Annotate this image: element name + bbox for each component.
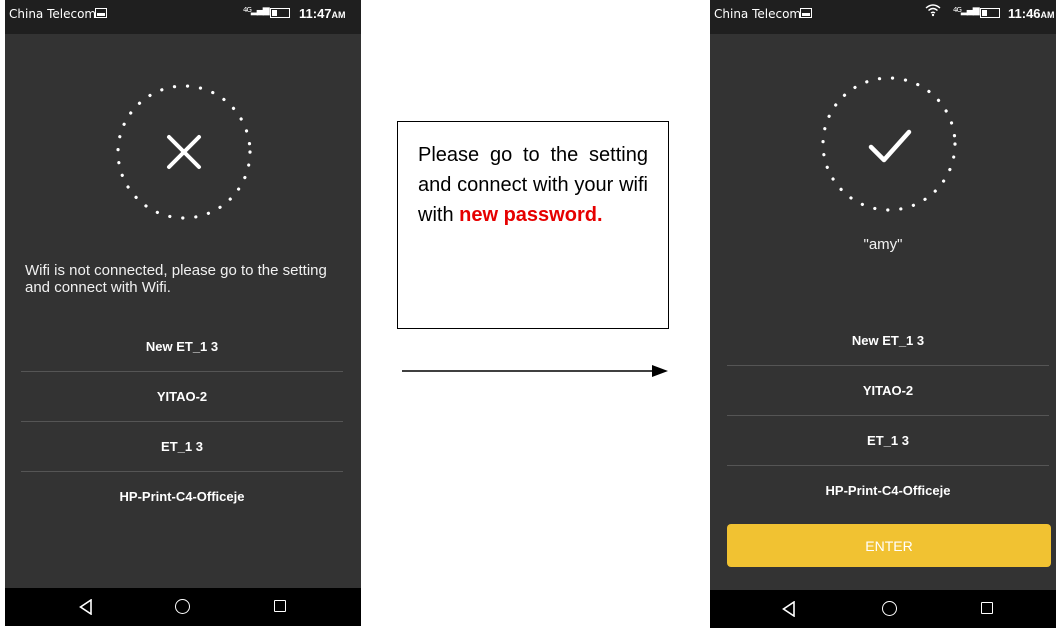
wifi-network-item[interactable]: HP-Print-C4-Officeje (21, 472, 343, 521)
enter-button[interactable]: ENTER (727, 524, 1051, 567)
wifi-network-item[interactable]: YITAO-2 (21, 372, 343, 422)
status-bar: China Telecom 4G▂▄▆ 11:46AM (710, 0, 1056, 34)
right-arrow-icon (402, 365, 668, 377)
checkmark-icon (868, 129, 912, 163)
carrier-label: China Telecom (9, 7, 97, 21)
wifi-network-item[interactable]: ET_1 3 (21, 422, 343, 472)
phone-screen-not-connected: China Telecom 4G▂▄▆ 11:47AM Wifi is not … (5, 0, 361, 626)
recent-apps-icon[interactable] (981, 602, 993, 614)
dotted-ring (821, 76, 957, 212)
image-notification-icon (95, 8, 107, 18)
wifi-network-list: New ET_1 3 YITAO-2 ET_1 3 HP-Print-C4-Of… (727, 316, 1049, 515)
wifi-network-item[interactable]: ET_1 3 (727, 416, 1049, 466)
home-icon[interactable] (175, 599, 190, 614)
navigation-bar (710, 590, 1056, 628)
home-icon[interactable] (882, 601, 897, 616)
signal-icon: 4G▂▄▆ (953, 6, 980, 16)
wifi-icon (925, 3, 941, 21)
instruction-text: Please go to the setting and connect wit… (418, 144, 648, 226)
close-icon (167, 135, 201, 169)
battery-icon (980, 8, 1000, 18)
clock: 11:47AM (299, 6, 346, 21)
clock: 11:46AM (1008, 6, 1055, 21)
status-circle (819, 74, 959, 218)
battery-icon (270, 8, 290, 18)
wifi-network-item[interactable]: HP-Print-C4-Officeje (727, 466, 1049, 515)
not-connected-message: Wifi is not connected, please go to the … (25, 262, 327, 296)
wifi-network-list: New ET_1 3 YITAO-2 ET_1 3 HP-Print-C4-Of… (21, 322, 343, 521)
wifi-network-item[interactable]: New ET_1 3 (727, 316, 1049, 366)
status-bar: China Telecom 4G▂▄▆ 11:47AM (5, 0, 361, 34)
back-icon[interactable] (782, 601, 796, 617)
instruction-emphasis: new password. (459, 204, 603, 226)
connected-ssid: "amy" (863, 236, 903, 253)
phone-screen-connected: China Telecom 4G▂▄▆ 11:46AM "amy" New ET… (710, 0, 1056, 628)
dotted-ring (116, 84, 252, 220)
navigation-bar (5, 588, 361, 626)
carrier-label: China Telecom (714, 7, 802, 21)
image-notification-icon (800, 8, 812, 18)
signal-icon: 4G▂▄▆ (243, 6, 270, 16)
status-circle (114, 82, 254, 226)
instruction-note: Please go to the setting and connect wit… (397, 121, 669, 329)
recent-apps-icon[interactable] (274, 600, 286, 612)
back-icon[interactable] (79, 599, 93, 615)
wifi-network-item[interactable]: YITAO-2 (727, 366, 1049, 416)
wifi-network-item[interactable]: New ET_1 3 (21, 322, 343, 372)
